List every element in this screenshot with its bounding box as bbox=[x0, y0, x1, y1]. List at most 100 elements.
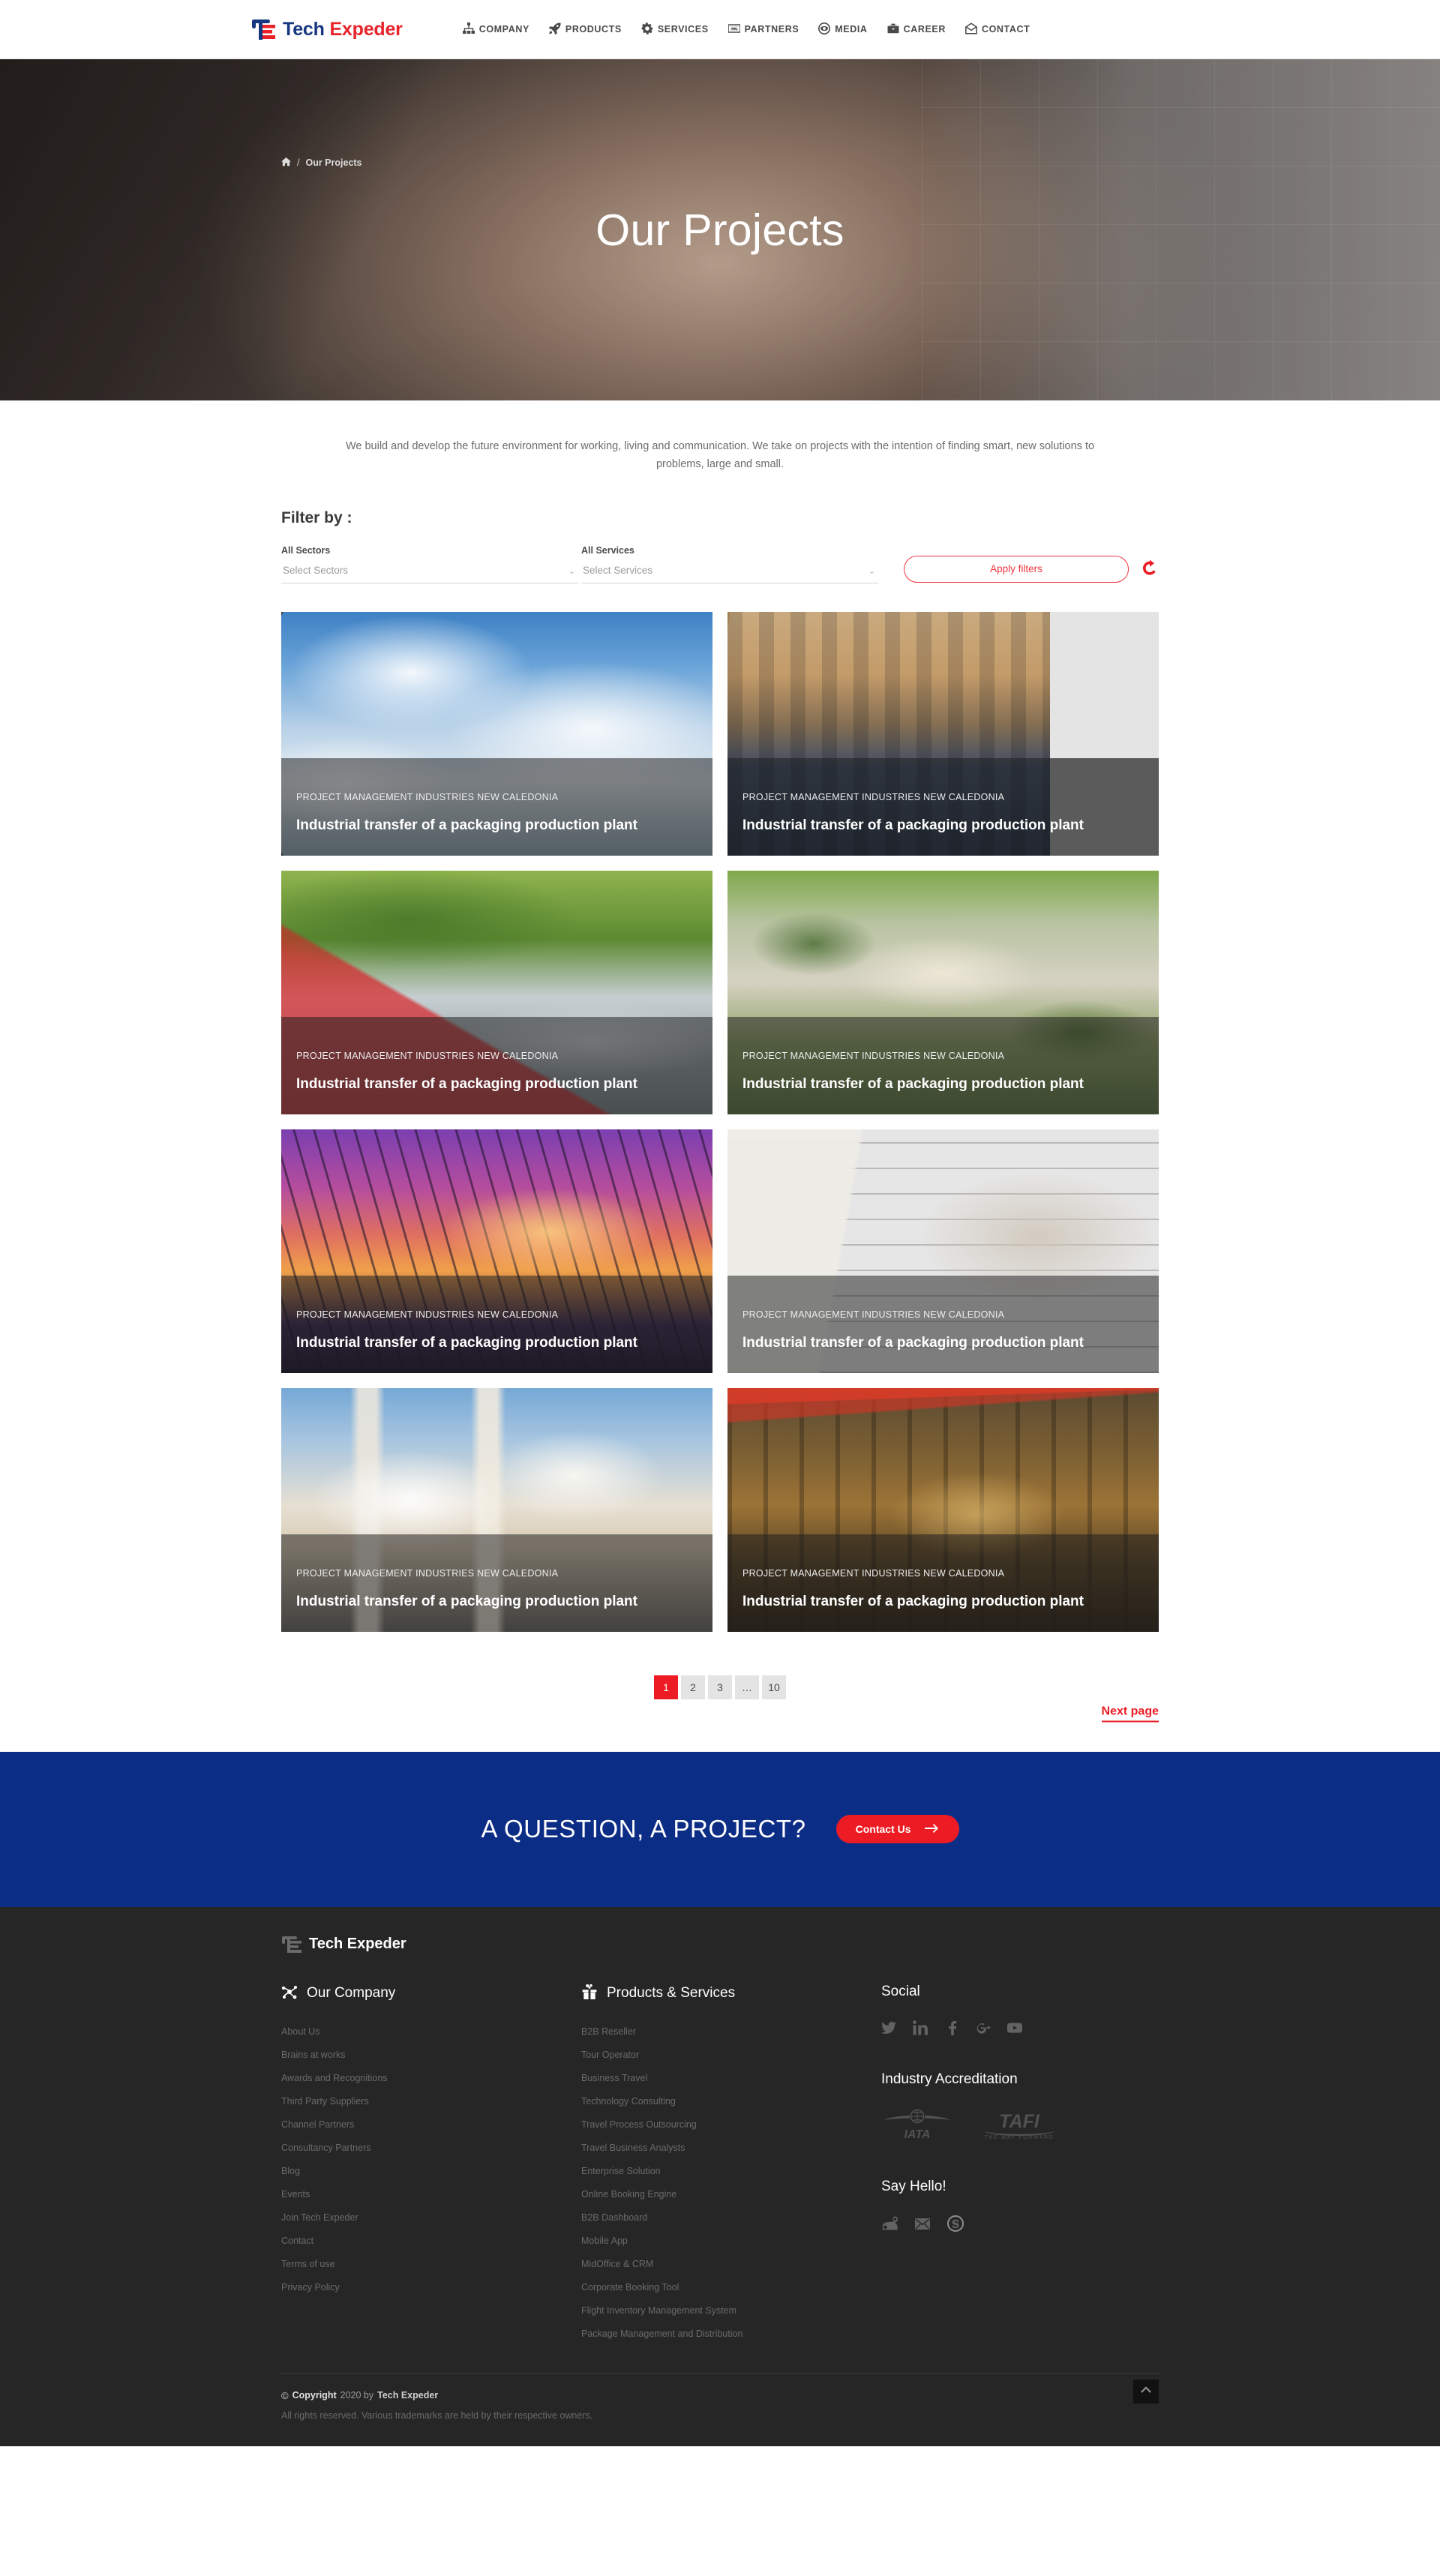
footer-link[interactable]: Travel Process Outsourcing bbox=[581, 2119, 697, 2130]
next-page-link[interactable]: Next page bbox=[1101, 1705, 1159, 1723]
footer-accreditation-title: Industry Accreditation bbox=[881, 2071, 1018, 2087]
footer-link[interactable]: Contact bbox=[281, 2236, 314, 2246]
site-footer: Tech Expeder Our Company About Us Brains … bbox=[0, 1906, 1440, 2446]
footer-link[interactable]: Online Booking Engine bbox=[581, 2189, 676, 2200]
rocket-icon bbox=[548, 22, 561, 37]
footer-link-item: B2B Reseller bbox=[581, 2025, 881, 2038]
footer-link[interactable]: Flight Inventory Management System bbox=[581, 2305, 736, 2316]
project-card[interactable]: PROJECT MANAGEMENT INDUSTRIES NEW CALEDO… bbox=[281, 870, 712, 1114]
svg-text:THE WAY FORWARD: THE WAY FORWARD bbox=[985, 2135, 1054, 2140]
footer-link[interactable]: Technology Consulting bbox=[581, 2096, 676, 2107]
project-card[interactable]: PROJECT MANAGEMENT INDUSTRIES NEW CALEDO… bbox=[728, 1387, 1159, 1632]
footer-link[interactable]: Package Management and Distribution bbox=[581, 2329, 742, 2339]
footer-link-item: Channel Partners bbox=[281, 2118, 581, 2131]
youtube-icon[interactable] bbox=[1007, 2020, 1022, 2038]
nav-item-partners[interactable]: PARTNERS bbox=[727, 22, 800, 37]
footer-link[interactable]: Terms of use bbox=[281, 2259, 335, 2269]
social-links bbox=[881, 2020, 1159, 2038]
footer-link[interactable]: Events bbox=[281, 2189, 310, 2200]
project-card[interactable]: PROJECT MANAGEMENT INDUSTRIES NEW CALEDO… bbox=[728, 1129, 1159, 1373]
footer-link[interactable]: Travel Business Analysts bbox=[581, 2143, 685, 2153]
project-category: PROJECT MANAGEMENT INDUSTRIES NEW CALEDO… bbox=[296, 791, 559, 802]
sectors-select[interactable]: Select Sectors ⌄ bbox=[281, 565, 578, 583]
nav-item-company[interactable]: COMPANY bbox=[462, 22, 530, 37]
back-to-top-button[interactable] bbox=[1133, 2379, 1159, 2404]
pagination-page[interactable]: 2 bbox=[681, 1675, 705, 1699]
footer-link[interactable]: Consultancy Partners bbox=[281, 2143, 371, 2153]
phone-icon[interactable] bbox=[881, 2215, 898, 2234]
footer-link[interactable]: MidOffice & CRM bbox=[581, 2259, 653, 2269]
nav-label: COMPANY bbox=[478, 24, 530, 34]
network-nodes-icon bbox=[281, 1984, 298, 2004]
footer-column-company: Our Company About Us Brains at works Award… bbox=[281, 1984, 581, 2350]
brand-logo[interactable]: Tech Expeder bbox=[251, 18, 403, 40]
project-card[interactable]: PROJECT MANAGEMENT INDUSTRIES NEW CALEDO… bbox=[728, 870, 1159, 1114]
footer-link[interactable]: Brains at works bbox=[281, 2050, 345, 2060]
cta-heading: A QUESTION, A PROJECT? bbox=[481, 1815, 806, 1843]
footer-link-item: Terms of use bbox=[281, 2257, 581, 2271]
pagination-page[interactable]: 10 bbox=[762, 1675, 786, 1699]
footer-link[interactable]: About Us bbox=[281, 2026, 320, 2037]
chevron-down-icon: ⌄ bbox=[868, 566, 875, 576]
footer-link[interactable]: Privacy Policy bbox=[281, 2282, 340, 2293]
nav-item-services[interactable]: SERVICES bbox=[641, 22, 709, 37]
pagination-page[interactable]: … bbox=[735, 1675, 759, 1699]
reset-filters-button[interactable] bbox=[1141, 559, 1159, 580]
project-category: PROJECT MANAGEMENT INDUSTRIES NEW CALEDO… bbox=[742, 1050, 1005, 1061]
project-title: Industrial transfer of a packaging produ… bbox=[742, 817, 1084, 833]
linkedin-icon[interactable] bbox=[913, 2020, 928, 2038]
project-category: PROJECT MANAGEMENT INDUSTRIES NEW CALEDO… bbox=[296, 1050, 559, 1061]
footer-link-item: Corporate Booking Tool bbox=[581, 2281, 881, 2294]
apply-filters-button[interactable]: Apply filters bbox=[904, 555, 1129, 583]
footer-link[interactable]: B2B Dashboard bbox=[581, 2212, 647, 2223]
footer-link[interactable]: Corporate Booking Tool bbox=[581, 2282, 679, 2293]
footer-link-item: Mobile App bbox=[581, 2234, 881, 2248]
project-card[interactable]: PROJECT MANAGEMENT INDUSTRIES NEW CALEDO… bbox=[728, 611, 1159, 856]
twitter-icon[interactable] bbox=[881, 2020, 896, 2038]
footer-link-item: Flight Inventory Management System bbox=[581, 2304, 881, 2317]
footer-link[interactable]: Awards and Recognitions bbox=[281, 2073, 388, 2083]
services-label: All Services bbox=[581, 544, 634, 556]
footer-column-social: Social Industry Accreditation IATA TAFI … bbox=[881, 1984, 1159, 2350]
nav-item-products[interactable]: PRODUCTS bbox=[548, 22, 622, 37]
project-category: PROJECT MANAGEMENT INDUSTRIES NEW CALEDO… bbox=[742, 1309, 1005, 1320]
brand-name-primary: Tech bbox=[283, 18, 330, 40]
footer-link[interactable]: Tour Operator bbox=[581, 2050, 639, 2060]
footer-link[interactable]: Enterprise Solution bbox=[581, 2166, 661, 2176]
footer-link[interactable]: Channel Partners bbox=[281, 2119, 354, 2130]
project-card[interactable]: PROJECT MANAGEMENT INDUSTRIES NEW CALEDO… bbox=[281, 1387, 712, 1632]
intro-text: We build and develop the future environm… bbox=[345, 440, 1095, 470]
footer-link-item: Enterprise Solution bbox=[581, 2164, 881, 2178]
pagination-pages: 1 2 3… 10 bbox=[654, 1675, 786, 1699]
footer-brand-logo[interactable]: Tech Expeder bbox=[281, 1936, 1159, 1954]
project-title: Industrial transfer of a packaging produ… bbox=[296, 817, 638, 833]
pagination-page[interactable]: 3 bbox=[708, 1675, 732, 1699]
facebook-icon[interactable] bbox=[944, 2020, 959, 2038]
site-header: Tech Expeder COMPANY PRODUCTS SERVICES P… bbox=[0, 0, 1440, 59]
footer-link[interactable]: Mobile App bbox=[581, 2236, 628, 2246]
services-select[interactable]: Select Services ⌄ bbox=[581, 565, 878, 583]
nav-label: SERVICES bbox=[657, 24, 709, 34]
email-icon[interactable] bbox=[914, 2215, 931, 2234]
hero-banner: / Our Projects Our Projects bbox=[0, 59, 1440, 400]
footer-link[interactable]: Join Tech Expeder bbox=[281, 2212, 358, 2223]
cta-banner: A QUESTION, A PROJECT? Contact Us bbox=[0, 1751, 1440, 1907]
footer-link[interactable]: B2B Reseller bbox=[581, 2026, 636, 2037]
footer-link-item: Privacy Policy bbox=[281, 2281, 581, 2294]
nav-item-career[interactable]: CAREER bbox=[887, 22, 946, 37]
contact-us-button[interactable]: Contact Us bbox=[836, 1815, 959, 1844]
nav-item-media[interactable]: MEDIA bbox=[818, 22, 867, 37]
project-card[interactable]: PROJECT MANAGEMENT INDUSTRIES NEW CALEDO… bbox=[281, 1129, 712, 1373]
google-plus-icon[interactable] bbox=[976, 2020, 991, 2038]
footer-link[interactable]: Blog bbox=[281, 2166, 300, 2176]
project-card[interactable]: PROJECT MANAGEMENT INDUSTRIES NEW CALEDO… bbox=[281, 611, 712, 856]
footer-link[interactable]: Third Party Suppliers bbox=[281, 2096, 369, 2107]
pagination-page[interactable]: 1 bbox=[654, 1675, 678, 1699]
skype-icon[interactable] bbox=[947, 2215, 964, 2234]
footer-link[interactable]: Business Travel bbox=[581, 2073, 647, 2083]
footer-link-item: Technology Consulting bbox=[581, 2095, 881, 2108]
nav-item-contact[interactable]: CONTACT bbox=[965, 22, 1030, 37]
footer-link-item: B2B Dashboard bbox=[581, 2211, 881, 2224]
briefcase-icon bbox=[887, 22, 899, 37]
projects-grid: PROJECT MANAGEMENT INDUSTRIES NEW CALEDO… bbox=[281, 611, 1159, 1632]
